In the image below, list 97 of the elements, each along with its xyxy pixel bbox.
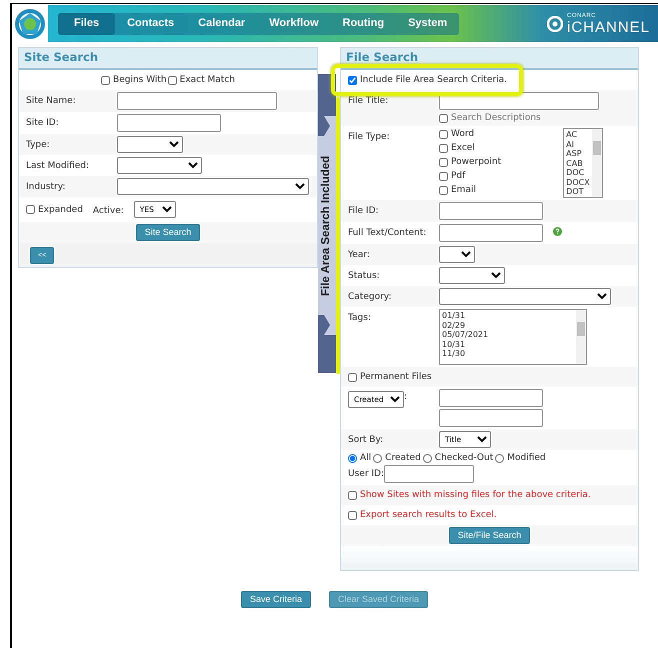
field-label: Category:: [348, 291, 392, 303]
field-label: Type:: [26, 139, 51, 151]
select-field[interactable]: [439, 246, 475, 263]
search-button[interactable]: Site/File Search: [448, 527, 530, 544]
checkbox[interactable]: [439, 158, 448, 166]
scrollbar[interactable]: [592, 129, 602, 197]
text-field[interactable]: [439, 389, 543, 407]
side-tab-label: File Area Search Included: [320, 155, 334, 296]
brand-name: iCHANNEL: [566, 20, 650, 34]
checkbox-label: Search Descriptions: [451, 112, 541, 124]
text-field[interactable]: [384, 465, 474, 483]
list-box[interactable]: 01/31 02/29 05/07/2021 10/31 11/30: [439, 309, 587, 365]
checkbox-label: Include File Area Search Criteria.: [360, 74, 508, 86]
checkbox[interactable]: [101, 76, 110, 84]
radio-label: Modified: [507, 452, 546, 464]
checkbox-label: Word: [451, 128, 474, 140]
text-field[interactable]: [439, 224, 543, 242]
list-item[interactable]: CAB: [566, 158, 590, 168]
list-item[interactable]: 01/31: [442, 311, 574, 320]
field-label: Sort By:: [348, 434, 384, 446]
select-field[interactable]: [117, 136, 183, 153]
arrow-icon: [318, 116, 330, 136]
logo-icon: [14, 8, 46, 40]
side-tab[interactable]: File Area Search Included: [318, 74, 336, 373]
checkbox[interactable]: [348, 490, 357, 500]
field-label: Status:: [348, 270, 381, 282]
scrollbar[interactable]: [576, 310, 586, 364]
text-field[interactable]: [117, 114, 221, 132]
field-label: File Type:: [348, 131, 391, 143]
arrow-icon: [318, 314, 330, 335]
field-label: Last Modified:: [26, 160, 90, 172]
radio-button[interactable]: [495, 454, 504, 462]
list-item[interactable]: 11/30: [442, 349, 574, 358]
field-label: File ID:: [348, 205, 380, 217]
list-item[interactable]: AC: [566, 130, 590, 140]
checkbox-label: Permanent Files: [360, 371, 432, 383]
help-icon[interactable]: [553, 227, 562, 236]
checkbox[interactable]: [439, 130, 448, 138]
radio-button[interactable]: [373, 454, 382, 462]
select-field[interactable]: [117, 178, 309, 195]
field-label: Site Name:: [26, 95, 77, 107]
checkbox[interactable]: [348, 76, 357, 84]
checkbox[interactable]: [439, 172, 448, 180]
nav-tab[interactable]: Workflow: [257, 12, 331, 34]
checkbox[interactable]: [348, 510, 357, 520]
checkbox-label: Email: [451, 184, 476, 196]
field-label: Active:: [92, 204, 124, 216]
select-field[interactable]: [439, 288, 611, 305]
search-button[interactable]: Site Search: [136, 224, 200, 241]
list-item[interactable]: 05/07/2021: [442, 330, 574, 340]
checkbox[interactable]: [439, 186, 448, 194]
checkbox-label: Exact Match: [180, 74, 235, 86]
criteria-button[interactable]: Save Criteria: [241, 591, 312, 608]
field-label: Tags:: [348, 312, 372, 324]
radio-label: Checked-Out: [434, 452, 494, 464]
list-item[interactable]: AI: [566, 140, 590, 149]
list-item[interactable]: 02/29: [442, 320, 574, 330]
brand-icon: [546, 16, 563, 32]
text-field[interactable]: [439, 409, 543, 427]
field-label: User ID:: [348, 468, 384, 480]
field-label: :: [404, 391, 408, 404]
text-field[interactable]: [439, 202, 543, 220]
list-box[interactable]: AC AI ASP CAB DOC DOCX DOT: [563, 128, 604, 198]
radio-button[interactable]: [348, 454, 357, 462]
checkbox-label: Pdf: [451, 170, 466, 182]
nav-tab[interactable]: Routing: [330, 12, 396, 34]
list-item[interactable]: 10/31: [442, 340, 574, 349]
select-field[interactable]: [439, 267, 505, 284]
checkbox[interactable]: [26, 205, 35, 214]
nav-tab[interactable]: System: [396, 12, 460, 34]
checkbox[interactable]: [439, 144, 448, 152]
checkbox-label: Show Sites with missing files for the above criteria.: [360, 489, 591, 501]
list-item[interactable]: DOT: [566, 187, 590, 196]
radio-button[interactable]: [422, 454, 432, 462]
field-label: Industry:: [26, 181, 66, 193]
radio-label: All: [360, 452, 372, 464]
nav-tab[interactable]: Files: [58, 12, 116, 34]
nav-tab[interactable]: Contacts: [115, 12, 186, 34]
list-item[interactable]: DOC: [566, 168, 590, 178]
text-field[interactable]: [117, 92, 277, 110]
panel-title: Site Search: [19, 48, 317, 70]
radio-label: Created: [385, 452, 421, 464]
checkbox-label: Powerpoint: [451, 156, 502, 168]
checkbox-label: Export search results to Excel.: [360, 509, 497, 521]
field-label: File Title:: [348, 95, 390, 107]
list-item[interactable]: ASP: [566, 149, 590, 158]
checkbox-label: Begins With: [113, 74, 167, 86]
field-label: Year:: [348, 249, 371, 261]
field-label: Full Text/Content:: [348, 227, 428, 239]
nav-tab[interactable]: Calendar: [186, 12, 258, 34]
checkbox[interactable]: [348, 372, 357, 382]
checkbox[interactable]: [168, 76, 177, 84]
field-label: Site ID:: [26, 117, 60, 129]
select-field[interactable]: [117, 157, 202, 174]
checkbox-label: Excel: [451, 142, 475, 154]
list-item[interactable]: DOCX: [566, 178, 590, 187]
checkbox-label: Expanded: [38, 204, 83, 216]
